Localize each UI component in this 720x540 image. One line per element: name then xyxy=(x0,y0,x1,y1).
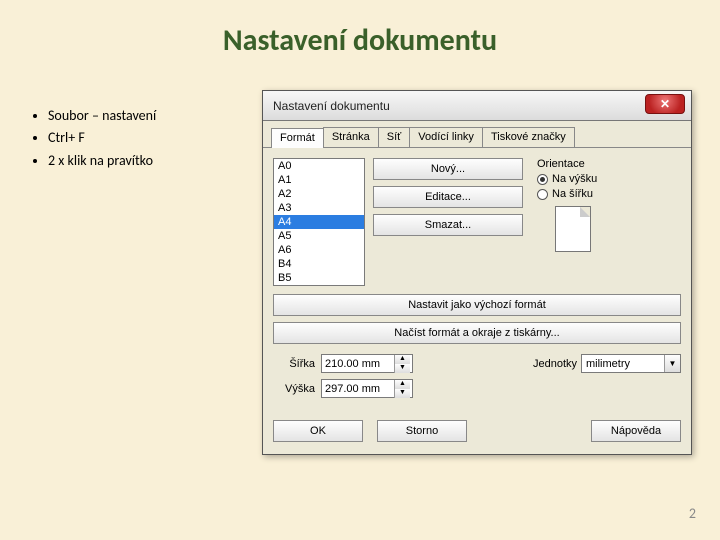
chevron-up-icon[interactable]: ▲ xyxy=(394,380,410,389)
list-item[interactable]: A0 xyxy=(274,159,364,173)
list-item[interactable]: B5 xyxy=(274,271,364,285)
radio-icon xyxy=(537,174,548,185)
tab-grid[interactable]: Síť xyxy=(378,127,411,147)
tab-format[interactable]: Formát xyxy=(271,128,324,148)
list-item[interactable]: A5 xyxy=(274,229,364,243)
edit-button[interactable]: Editace... xyxy=(373,186,523,208)
tab-printmarks[interactable]: Tiskové značky xyxy=(482,127,575,147)
dialog-footer: OK Storno Nápověda xyxy=(263,412,691,454)
height-field[interactable]: ▲▼ xyxy=(321,379,413,398)
cancel-button[interactable]: Storno xyxy=(377,420,467,442)
bullet-item: Ctrl+ F xyxy=(48,127,156,149)
slide-title: Nastavení dokumentu xyxy=(0,0,720,59)
titlebar[interactable]: Nastavení dokumentu ✕ xyxy=(263,91,691,121)
radio-label: Na výšku xyxy=(552,173,597,185)
width-label: Šířka xyxy=(273,358,315,370)
height-input[interactable] xyxy=(322,383,394,395)
help-button[interactable]: Nápověda xyxy=(591,420,681,442)
list-item-selected[interactable]: A4 xyxy=(274,215,364,229)
chevron-down-icon[interactable]: ▼ xyxy=(394,364,410,373)
units-combo[interactable]: milimetry ▼ xyxy=(581,354,681,373)
height-label: Výška xyxy=(273,383,315,395)
set-default-button[interactable]: Nastavit jako výchozí formát xyxy=(273,294,681,316)
ok-button[interactable]: OK xyxy=(273,420,363,442)
width-input[interactable] xyxy=(322,358,394,370)
close-button[interactable]: ✕ xyxy=(645,94,685,114)
radio-label: Na šířku xyxy=(552,188,593,200)
list-item[interactable]: B4 xyxy=(274,257,364,271)
list-item[interactable]: A1 xyxy=(274,173,364,187)
document-settings-dialog: Nastavení dokumentu ✕ Formát Stránka Síť… xyxy=(262,90,692,455)
units-value: milimetry xyxy=(582,358,664,370)
radio-landscape[interactable]: Na šířku xyxy=(537,188,681,200)
tab-guides[interactable]: Vodící linky xyxy=(409,127,483,147)
list-item[interactable]: A2 xyxy=(274,187,364,201)
radio-portrait[interactable]: Na výšku xyxy=(537,173,681,185)
dialog-title: Nastavení dokumentu xyxy=(273,99,390,113)
radio-icon xyxy=(537,189,548,200)
orientation-label: Orientace xyxy=(537,158,681,170)
chevron-up-icon[interactable]: ▲ xyxy=(394,355,410,364)
tab-strip: Formát Stránka Síť Vodící linky Tiskové … xyxy=(263,121,691,148)
load-printer-button[interactable]: Načíst formát a okraje z tiskárny... xyxy=(273,322,681,344)
chevron-down-icon[interactable]: ▼ xyxy=(664,355,680,372)
delete-button[interactable]: Smazat... xyxy=(373,214,523,236)
dialog-body: A0 A1 A2 A3 A4 A5 A6 B4 B5 Nový... Edita… xyxy=(263,148,691,412)
bullet-item: 2 x klik na pravítko xyxy=(48,150,156,172)
page-number: 2 xyxy=(689,505,696,522)
height-spinner[interactable]: ▲▼ xyxy=(394,380,410,398)
bullet-list: Soubor – nastavení Ctrl+ F 2 x klik na p… xyxy=(30,105,156,172)
tab-page[interactable]: Stránka xyxy=(323,127,379,147)
width-spinner[interactable]: ▲▼ xyxy=(394,355,410,373)
format-listbox[interactable]: A0 A1 A2 A3 A4 A5 A6 B4 B5 xyxy=(273,158,365,286)
list-item[interactable]: A3 xyxy=(274,201,364,215)
bullet-item: Soubor – nastavení xyxy=(48,105,156,127)
chevron-down-icon[interactable]: ▼ xyxy=(394,389,410,398)
units-label: Jednotky xyxy=(533,358,575,370)
new-button[interactable]: Nový... xyxy=(373,158,523,180)
width-field[interactable]: ▲▼ xyxy=(321,354,413,373)
page-preview-icon xyxy=(555,206,591,252)
list-item[interactable]: A6 xyxy=(274,243,364,257)
